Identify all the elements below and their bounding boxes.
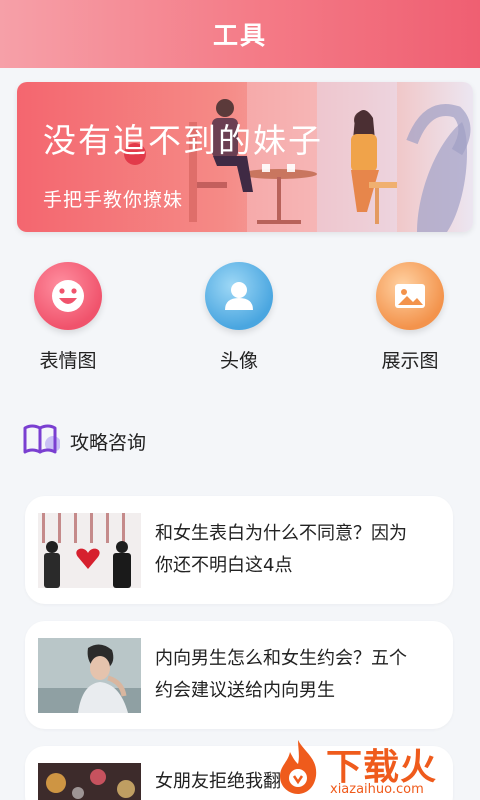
section-title: 攻略咨询 <box>70 431 147 454</box>
app-header: 工具 <box>0 0 480 68</box>
article-thumbnail <box>38 763 141 800</box>
article-thumbnail <box>38 638 141 713</box>
flame-icon <box>280 740 317 794</box>
watermark-logo: 下载火 xiazaihuo.com <box>274 738 474 798</box>
book-icon <box>22 422 61 460</box>
avatar-button[interactable]: 头像 <box>179 262 299 374</box>
banner-subtitle: 手把手教你撩妹 <box>43 189 184 211</box>
avatar-label: 头像 <box>219 350 258 372</box>
user-avatar-icon <box>205 262 273 330</box>
showcase-images-button[interactable]: 展示图 <box>350 262 470 374</box>
article-title: 和女生表白为什么不同意？因为你还不明白这4点 <box>155 523 407 576</box>
image-icon <box>376 262 444 330</box>
showcase-images-label: 展示图 <box>381 350 439 372</box>
article-thumbnail <box>38 513 141 588</box>
emoji-images-button[interactable]: 表情图 <box>8 262 128 374</box>
article-card[interactable]: 内向男生怎么和女生约会？五个约会建议送给内向男生 <box>25 621 453 729</box>
banner-title: 没有追不到的妹子 <box>43 121 323 160</box>
section-header: 攻略咨询 <box>22 424 146 458</box>
watermark-url: xiazaihuo.com <box>330 782 424 797</box>
promo-banner[interactable]: 没有追不到的妹子 手把手教你撩妹 <box>17 82 473 232</box>
article-card[interactable]: 和女生表白为什么不同意？因为你还不明白这4点 <box>25 496 453 604</box>
article-title: 内向男生怎么和女生约会？五个约会建议送给内向男生 <box>155 648 407 701</box>
emoji-images-label: 表情图 <box>39 350 97 372</box>
page-title: 工具 <box>212 21 267 50</box>
smiley-icon <box>34 262 102 330</box>
